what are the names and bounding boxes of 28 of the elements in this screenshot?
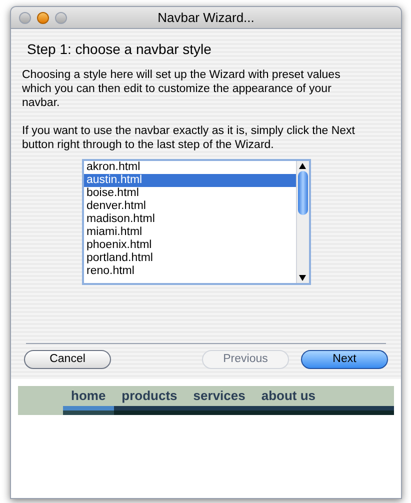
nav-link[interactable]: services	[185, 386, 254, 406]
close-button[interactable]	[19, 12, 31, 24]
scroll-up-icon[interactable]	[299, 163, 306, 169]
nav-link[interactable]: about us	[253, 386, 324, 406]
list-item[interactable]: austin.html	[84, 174, 296, 187]
nav-link[interactable]: home	[63, 386, 114, 406]
style-list[interactable]: akron.html austin.html boise.html denver.html madison.html miami.html phoenix.html portland.html reno.html	[82, 159, 310, 285]
push-button[interactable]: Cancel	[24, 350, 111, 369]
nav-bar-strip	[324, 406, 394, 415]
list-item[interactable]: akron.html	[84, 161, 296, 174]
list-item[interactable]: madison.html	[84, 213, 296, 226]
instruction-text: Choosing a style here will set up the Wizard with preset values which you can then edit to customize the appearance of your navbar.	[22, 68, 342, 110]
zoom-button[interactable]	[55, 12, 67, 24]
step-heading: Step 1: choose a navbar style	[27, 40, 212, 59]
list-item[interactable]: denver.html	[84, 200, 296, 213]
list-item[interactable]: phoenix.html	[84, 239, 296, 252]
list-item[interactable]: miami.html	[84, 226, 296, 239]
nav-link[interactable]: products	[114, 386, 186, 406]
list-item[interactable]: boise.html	[84, 187, 296, 200]
list-item[interactable]: portland.html	[84, 252, 296, 265]
scrollbar[interactable]	[296, 161, 308, 283]
minimize-button[interactable]	[37, 12, 49, 24]
scroll-down-icon[interactable]	[299, 275, 306, 281]
scroll-thumb[interactable]	[298, 171, 308, 215]
instruction-text: If you want to use the navbar exactly as it is, simply click the Next button right through to the last step of the Wizard.	[22, 124, 356, 152]
list-item[interactable]: reno.html	[84, 265, 296, 278]
window-title: Navbar Wizard...	[158, 8, 254, 27]
default-button[interactable]: Next	[301, 350, 388, 369]
